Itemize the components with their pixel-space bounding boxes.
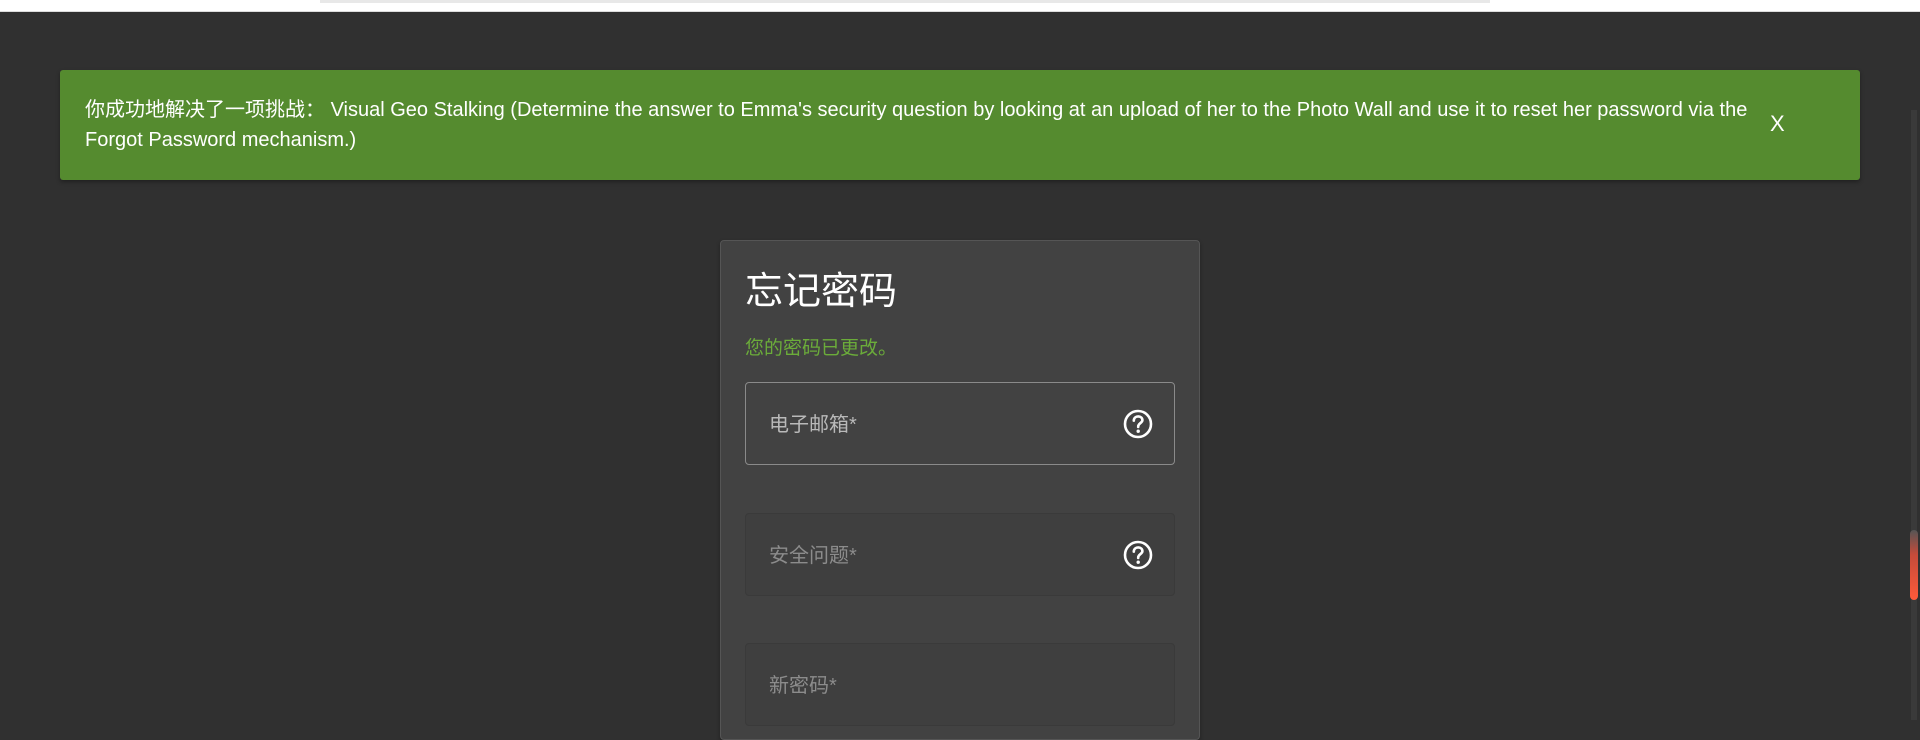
help-circle-icon[interactable] bbox=[1122, 539, 1154, 571]
challenge-solved-banner: 你成功地解决了一项挑战： Visual Geo Stalking (Determ… bbox=[60, 70, 1860, 180]
new-password-field[interactable]: 新密码* bbox=[745, 643, 1175, 726]
security-question-field[interactable]: 安全问题* bbox=[745, 513, 1175, 596]
new-password-field-label: 新密码* bbox=[769, 675, 837, 697]
email-field[interactable]: 电子邮箱* bbox=[745, 382, 1175, 465]
help-circle-icon[interactable] bbox=[1122, 408, 1154, 440]
banner-message-prefix: 你成功地解决了一项挑战： bbox=[85, 99, 325, 121]
forgot-password-card: 忘记密码 您的密码已更改。 电子邮箱* 安全问题* 新密码* bbox=[720, 240, 1200, 740]
banner-message-body: Visual Geo Stalking (Determine the answe… bbox=[85, 99, 1748, 151]
page-scrollbar-track[interactable] bbox=[1911, 110, 1917, 720]
browser-tab-strip bbox=[320, 0, 1490, 3]
page-scrollbar-thumb[interactable] bbox=[1910, 530, 1918, 600]
close-banner-button[interactable]: X bbox=[1770, 111, 1785, 137]
banner-message: 你成功地解决了一项挑战： Visual Geo Stalking (Determ… bbox=[85, 95, 1785, 155]
browser-top-edge bbox=[0, 0, 1920, 12]
security-question-field-label: 安全问题* bbox=[769, 545, 857, 567]
email-field-label: 电子邮箱* bbox=[769, 414, 857, 436]
page-title: 忘记密码 bbox=[745, 271, 898, 313]
password-changed-message: 您的密码已更改。 bbox=[745, 338, 898, 359]
